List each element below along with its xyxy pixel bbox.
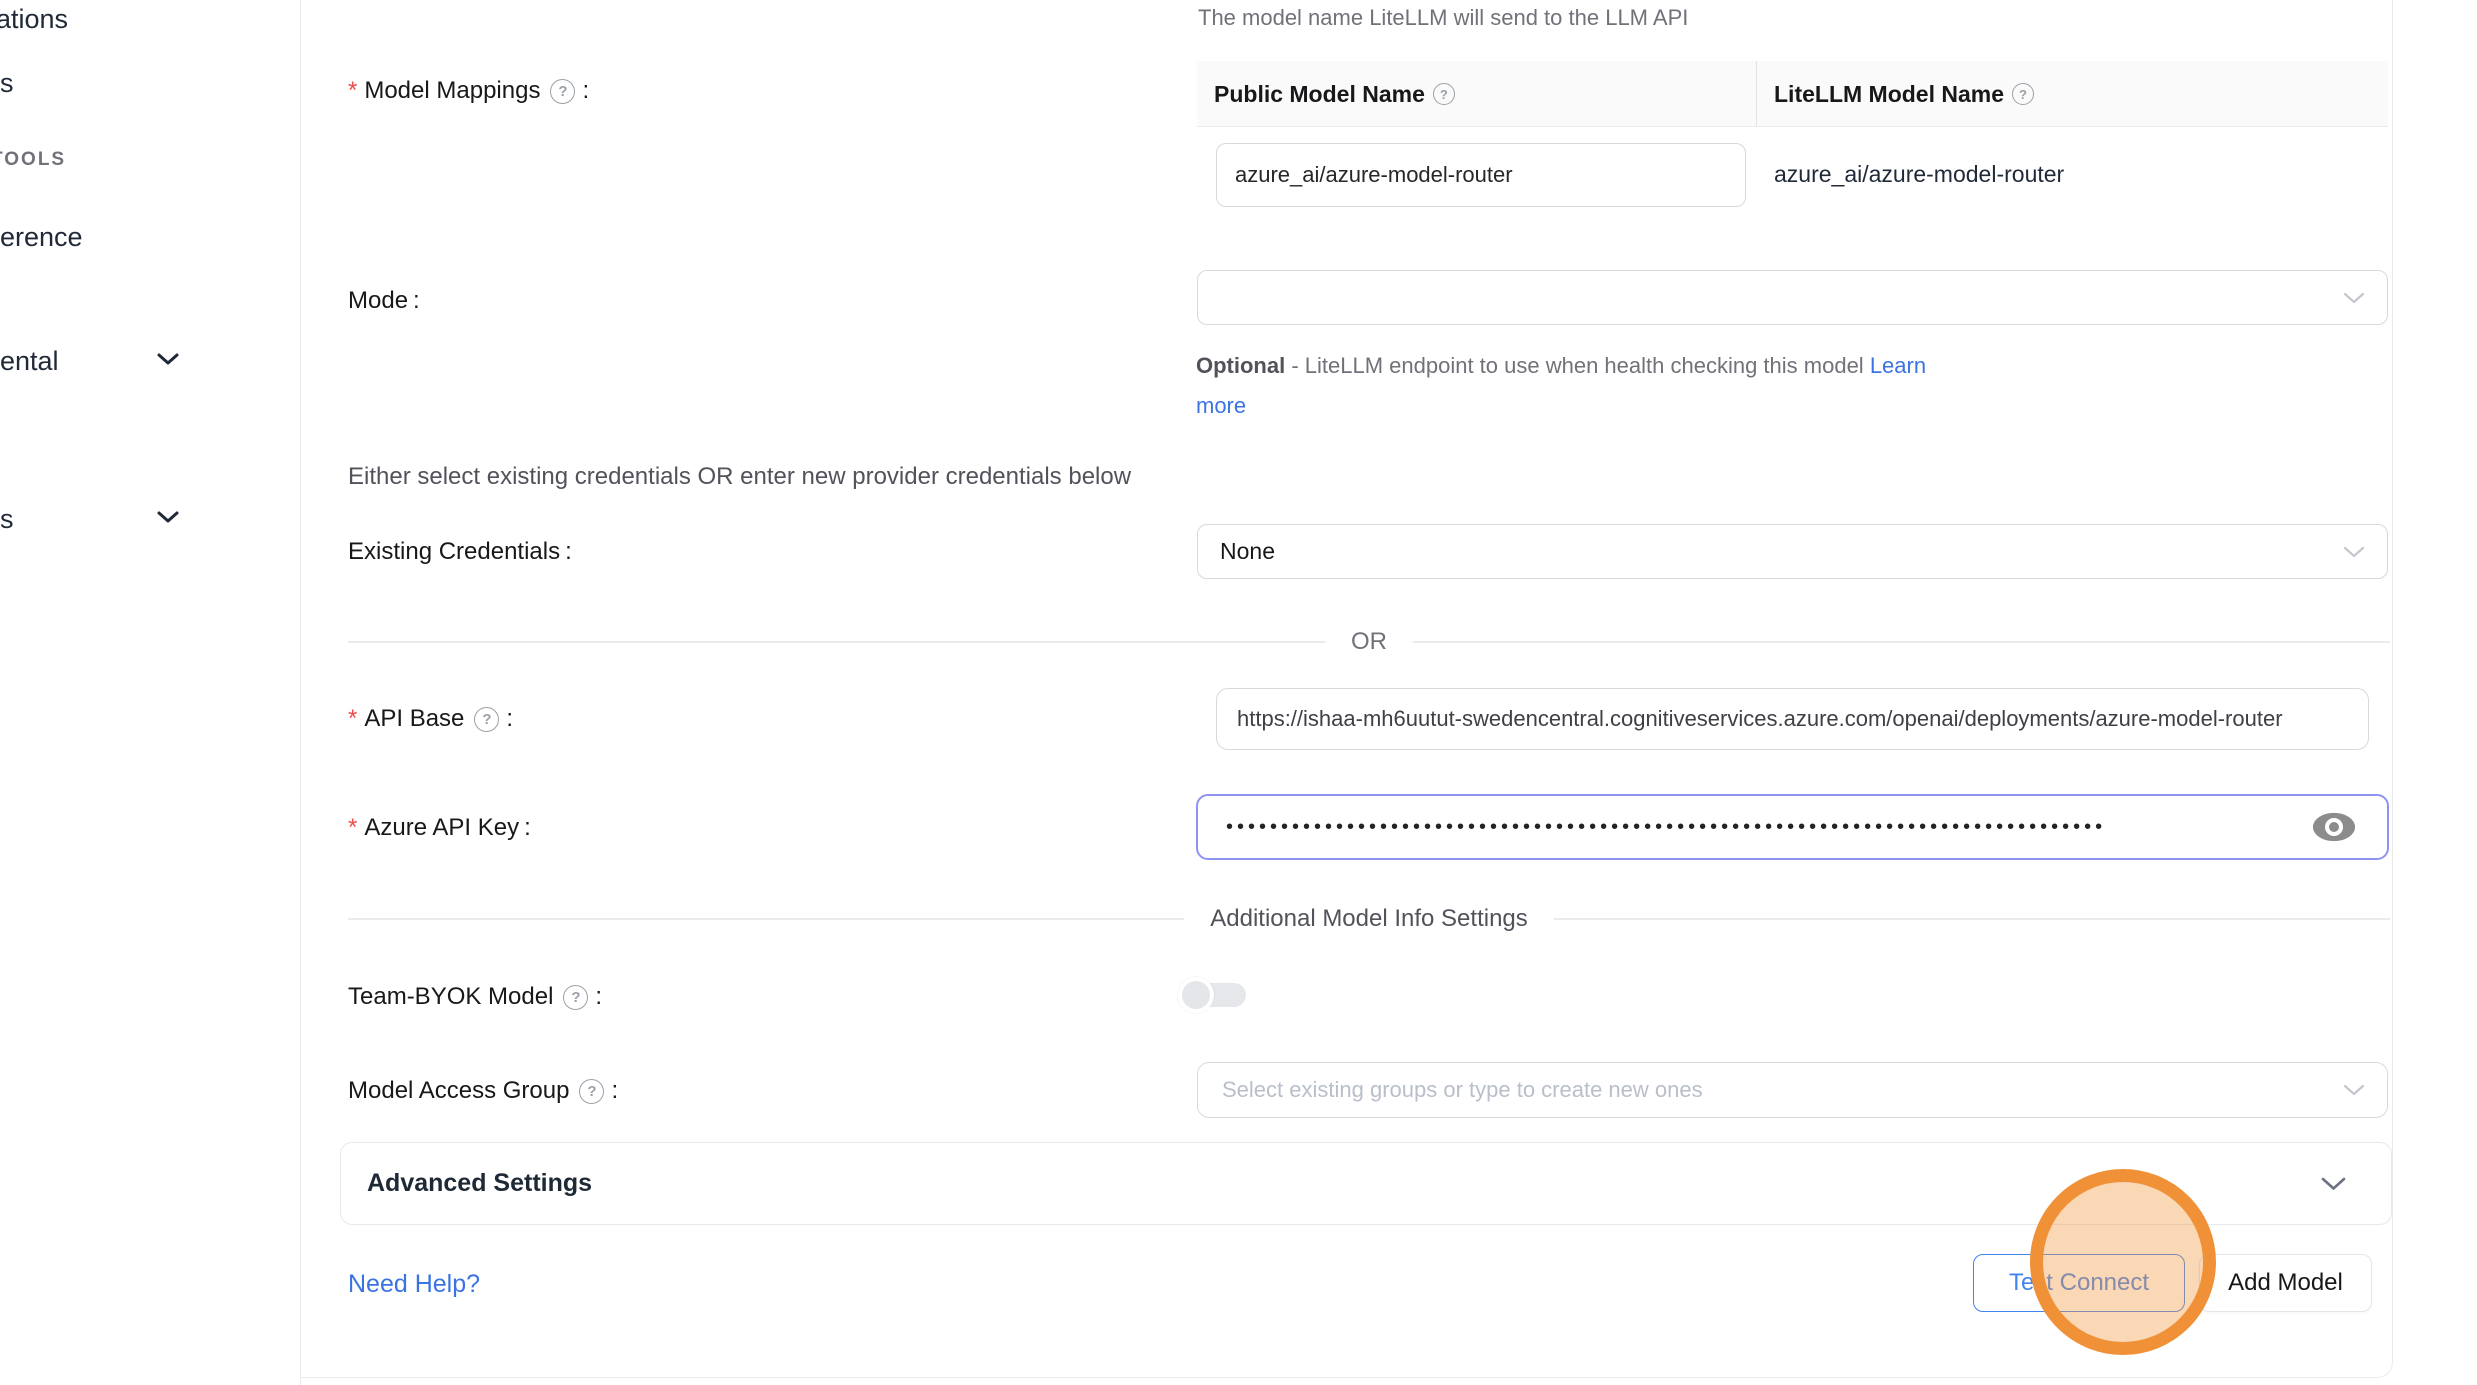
- toggle-knob: [1178, 977, 1214, 1013]
- learn-more-link[interactable]: more: [1196, 393, 1246, 418]
- question-circle-icon[interactable]: ?: [2012, 83, 2034, 105]
- column-header-public-model-name: Public Model Name ?: [1214, 61, 1457, 127]
- column-divider: [1756, 61, 1757, 126]
- sidebar-item-truncated-4[interactable]: ental: [0, 346, 59, 377]
- additional-info-divider: Additional Model Info Settings: [348, 906, 2390, 932]
- chevron-down-icon: [2343, 292, 2365, 305]
- question-circle-icon[interactable]: ?: [550, 79, 575, 104]
- eye-icon[interactable]: [2311, 811, 2357, 843]
- column-header-litellm-model-name: LiteLLM Model Name ?: [1774, 61, 2036, 127]
- azure-api-key-input[interactable]: ••••••••••••••••••••••••••••••••••••••••…: [1196, 794, 2389, 860]
- question-circle-icon[interactable]: ?: [474, 707, 499, 732]
- team-byok-label: Team-BYOK Model ? :: [348, 982, 602, 1012]
- chevron-down-icon[interactable]: [156, 510, 180, 524]
- sidebar-item-truncated-1[interactable]: ations: [0, 4, 68, 35]
- chevron-down-icon: [2343, 546, 2365, 559]
- litellm-model-name-value: azure_ai/azure-model-router: [1774, 161, 2064, 188]
- masked-api-key-value: ••••••••••••••••••••••••••••••••••••••••…: [1226, 796, 2106, 858]
- advanced-settings-panel[interactable]: Advanced Settings: [340, 1142, 2392, 1225]
- api-base-label: * API Base ? :: [348, 704, 513, 734]
- model-access-group-label: Model Access Group ? :: [348, 1076, 618, 1106]
- chevron-down-icon[interactable]: [2320, 1176, 2347, 1192]
- need-help-link[interactable]: Need Help?: [348, 1270, 480, 1299]
- or-divider: OR: [348, 629, 2390, 655]
- azure-api-key-label: * Azure API Key :: [348, 813, 531, 843]
- required-asterisk: *: [348, 705, 357, 733]
- existing-credentials-label: Existing Credentials :: [348, 537, 572, 567]
- model-mappings-table-header: Public Model Name ? LiteLLM Model Name ?: [1197, 61, 2388, 127]
- required-asterisk: *: [348, 814, 357, 842]
- advanced-settings-title: Advanced Settings: [367, 1143, 592, 1224]
- sidebar-section-tools: TOOLS: [0, 149, 66, 171]
- api-base-input[interactable]: [1216, 688, 2369, 750]
- existing-credentials-select[interactable]: None: [1197, 524, 2388, 579]
- public-model-name-input[interactable]: [1216, 143, 1746, 207]
- chevron-down-icon[interactable]: [156, 352, 180, 366]
- question-circle-icon[interactable]: ?: [579, 1079, 604, 1104]
- credentials-note: Either select existing credentials OR en…: [348, 463, 1131, 491]
- question-circle-icon[interactable]: ?: [1433, 83, 1455, 105]
- sidebar-item-truncated-2[interactable]: s: [0, 68, 14, 99]
- existing-credentials-value: None: [1220, 525, 1275, 578]
- question-circle-icon[interactable]: ?: [563, 985, 588, 1010]
- model-name-helper-text: The model name LiteLLM will send to the …: [1198, 5, 1688, 31]
- model-access-group-select[interactable]: Select existing groups or type to create…: [1197, 1062, 2388, 1118]
- model-access-group-placeholder: Select existing groups or type to create…: [1222, 1063, 1703, 1117]
- sidebar-item-truncated-3[interactable]: erence: [0, 222, 83, 253]
- mode-label: Mode :: [348, 286, 420, 316]
- learn-more-link[interactable]: Learn: [1870, 353, 1926, 378]
- chevron-down-icon: [2343, 1084, 2365, 1097]
- sidebar-item-truncated-5[interactable]: s: [0, 504, 14, 535]
- add-model-button[interactable]: Add Model: [2199, 1254, 2372, 1312]
- required-asterisk: *: [348, 77, 357, 105]
- team-byok-toggle[interactable]: [1180, 978, 1248, 1012]
- test-connect-button[interactable]: Test Connect: [1973, 1254, 2185, 1312]
- model-mappings-label: * Model Mappings ? :: [348, 76, 589, 106]
- mode-select[interactable]: [1197, 270, 2388, 325]
- sidebar: ations s TOOLS erence ental s: [0, 0, 301, 1385]
- mode-helper-text: Optional - LiteLLM endpoint to use when …: [1196, 346, 1926, 426]
